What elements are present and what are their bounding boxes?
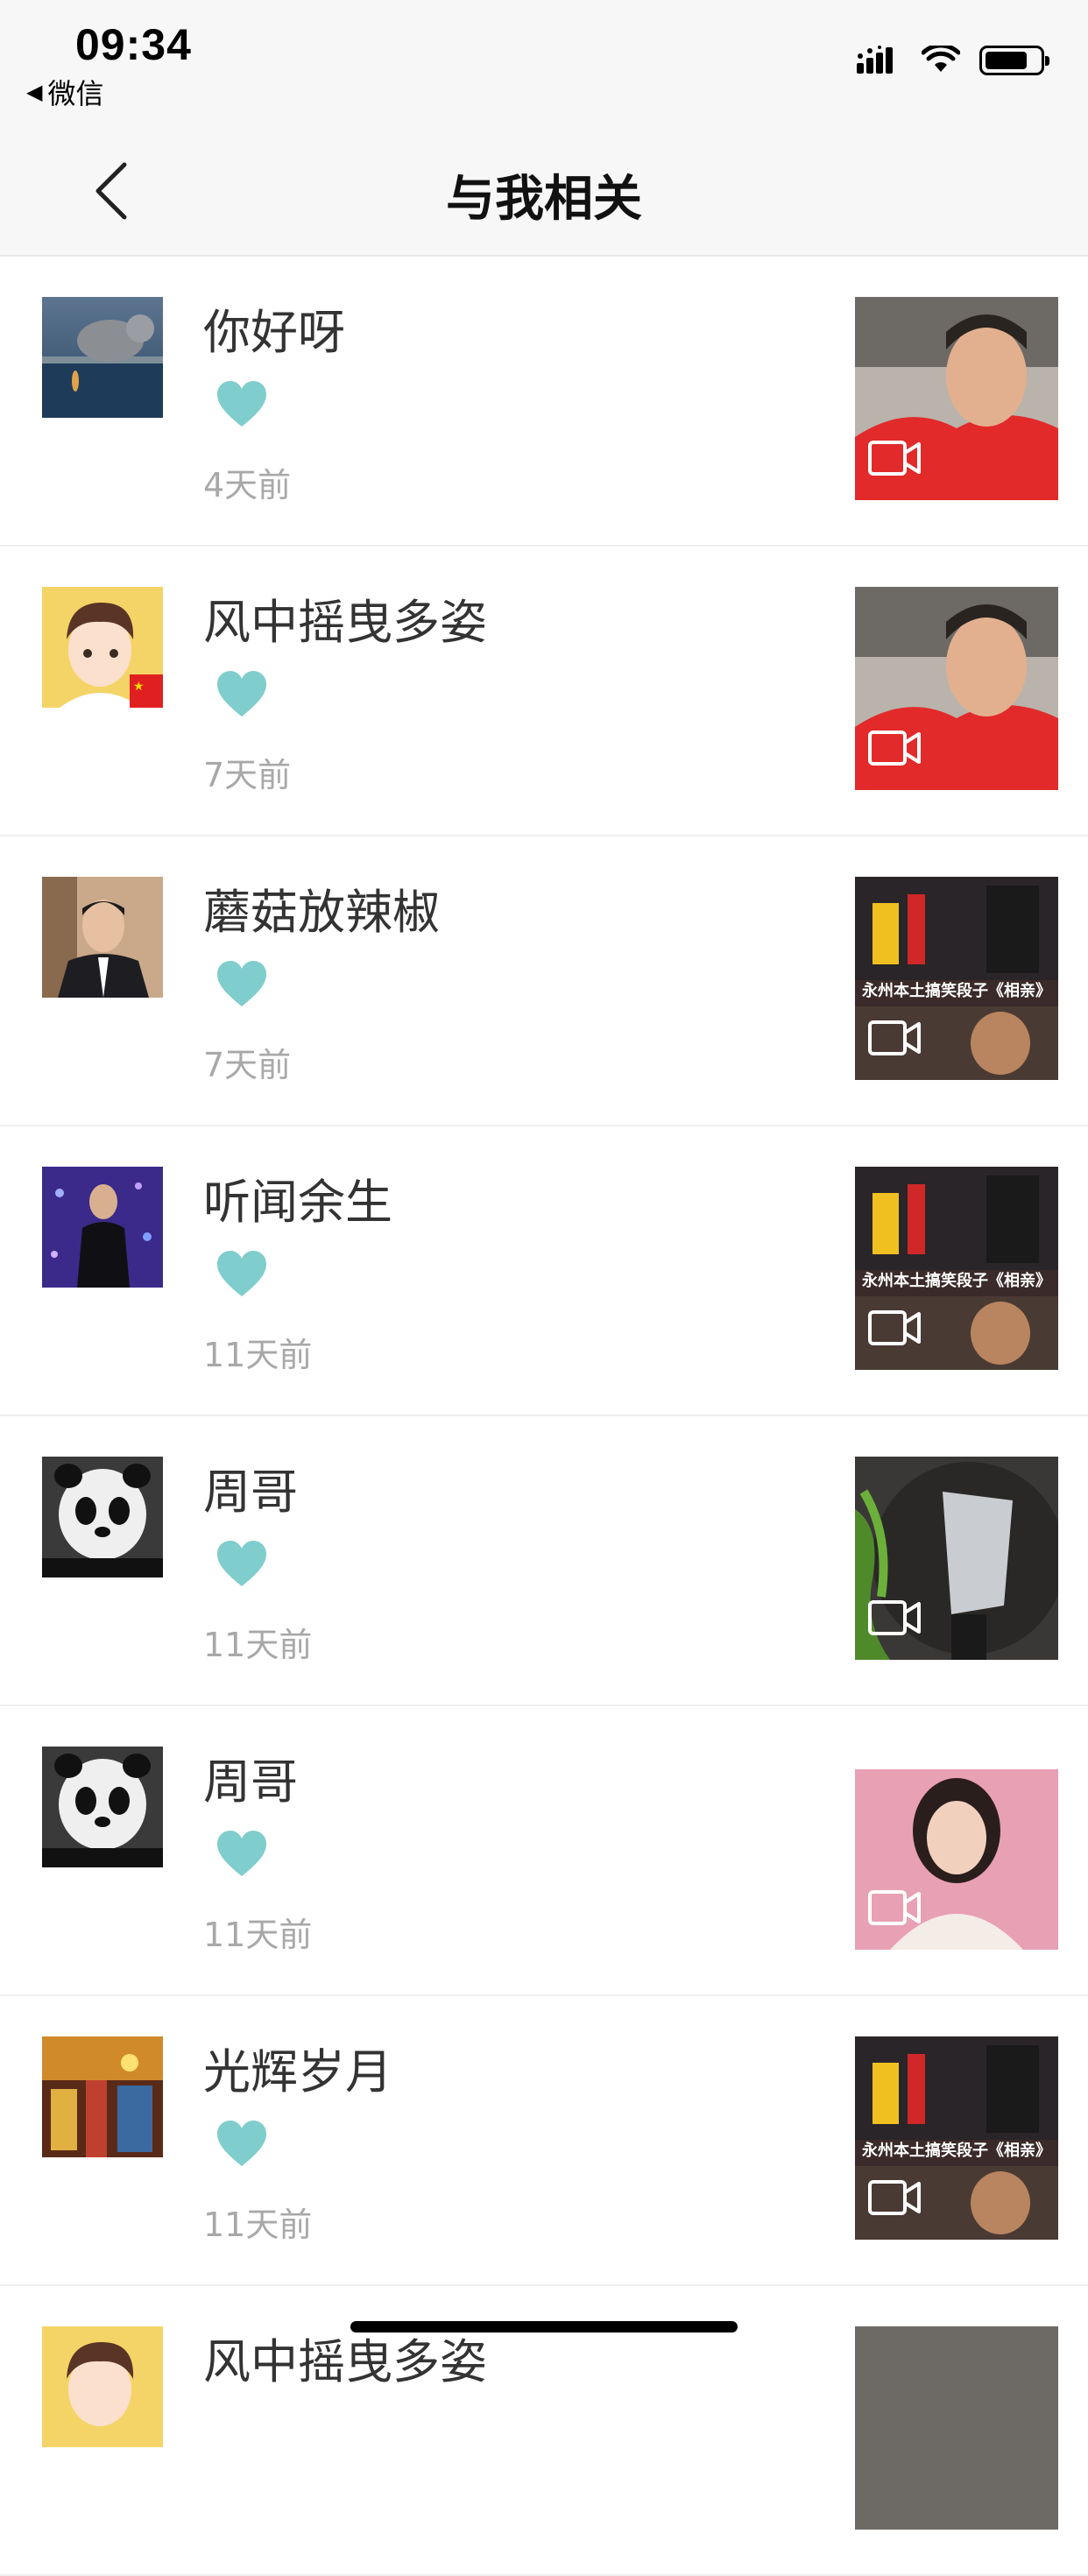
user-name[interactable]: 风中摇曳多姿 xyxy=(203,583,487,653)
heart-icon xyxy=(217,961,266,1006)
video-thumbnail[interactable] xyxy=(855,297,1058,500)
video-camera-icon xyxy=(868,441,921,476)
battery-icon xyxy=(979,46,1049,75)
time-ago: 7天前 xyxy=(203,756,292,794)
wifi-icon xyxy=(922,46,960,72)
user-name[interactable]: 蘑菇放辣椒 xyxy=(203,873,440,942)
video-camera-icon xyxy=(868,2180,921,2215)
avatar[interactable] xyxy=(42,1747,163,1867)
video-thumbnail[interactable]: 永州本土搞笑段子《相亲》 xyxy=(855,1167,1058,1370)
avatar[interactable]: ★ xyxy=(42,587,163,708)
video-thumbnail[interactable] xyxy=(855,2326,1058,2530)
time-ago: 11天前 xyxy=(203,2205,313,2244)
back-app-label: 微信 xyxy=(47,77,104,110)
heart-icon xyxy=(217,671,266,716)
avatar[interactable] xyxy=(42,1457,163,1577)
home-indicator[interactable] xyxy=(350,2321,738,2333)
video-camera-icon xyxy=(868,1890,921,1925)
time-ago: 11天前 xyxy=(203,1916,313,1954)
video-camera-icon xyxy=(868,1020,921,1055)
list-item[interactable]: 听闻余生 11天前 永州本土搞笑段子《相亲》 xyxy=(0,1126,1088,1416)
notification-list: 你好呀 4天前 ★ 风中摇曳多姿 7天前 蘑菇放辣椒 7天前 永州本土搞笑段子《… xyxy=(0,257,1088,2576)
avatar[interactable] xyxy=(42,2036,163,2157)
time-ago: 7天前 xyxy=(203,1046,292,1084)
heart-icon xyxy=(217,1831,266,1876)
list-item[interactable]: 你好呀 4天前 xyxy=(0,257,1088,547)
thumbnail-caption: 永州本土搞笑段子《相亲》 xyxy=(862,982,1051,1000)
list-item[interactable]: 周哥 11天前 xyxy=(0,1706,1088,1996)
video-thumbnail[interactable] xyxy=(855,587,1058,790)
list-item[interactable]: 周哥 11天前 xyxy=(0,1416,1088,1706)
list-item[interactable]: 蘑菇放辣椒 7天前 永州本土搞笑段子《相亲》 xyxy=(0,836,1088,1126)
status-bar: 09:34 ◀ 微信 xyxy=(0,0,1088,123)
user-name[interactable]: 你好呀 xyxy=(203,293,345,363)
navigation-bar: 与我相关 xyxy=(0,123,1088,257)
user-name[interactable]: 听闻余生 xyxy=(203,1163,392,1232)
heart-icon xyxy=(217,1541,266,1586)
video-camera-icon xyxy=(868,1310,921,1345)
time-ago: 11天前 xyxy=(203,1336,313,1374)
back-triangle-icon: ◀ xyxy=(26,80,43,104)
avatar[interactable] xyxy=(42,877,163,998)
status-icons xyxy=(857,46,1049,75)
user-name[interactable]: 周哥 xyxy=(203,1453,298,1522)
video-thumbnail[interactable] xyxy=(855,1457,1058,1660)
back-to-app-link[interactable]: ◀ 微信 xyxy=(26,72,103,112)
video-thumbnail[interactable]: 永州本土搞笑段子《相亲》 xyxy=(855,2036,1058,2240)
video-thumbnail[interactable]: 永州本土搞笑段子《相亲》 xyxy=(855,877,1058,1080)
heart-icon xyxy=(217,2121,266,2166)
list-item[interactable]: ★ 风中摇曳多姿 7天前 xyxy=(0,547,1088,836)
time-ago: 4天前 xyxy=(203,466,292,505)
avatar[interactable] xyxy=(42,297,163,418)
user-name[interactable]: 风中摇曳多姿 xyxy=(203,2323,487,2392)
avatar[interactable] xyxy=(42,2326,163,2447)
user-name[interactable]: 光辉岁月 xyxy=(203,2033,392,2102)
list-item[interactable]: 光辉岁月 11天前 永州本土搞笑段子《相亲》 xyxy=(0,1996,1088,2286)
signal-icon xyxy=(857,46,893,74)
time-ago: 11天前 xyxy=(203,1626,313,1664)
video-thumbnail[interactable] xyxy=(855,1747,1058,1950)
page-title: 与我相关 xyxy=(446,171,642,228)
status-time: 09:34 xyxy=(75,20,192,69)
thumbnail-caption: 永州本土搞笑段子《相亲》 xyxy=(862,1272,1051,1290)
user-name[interactable]: 周哥 xyxy=(203,1743,298,1812)
video-camera-icon xyxy=(868,730,921,766)
heart-icon xyxy=(217,1251,266,1296)
thumbnail-caption: 永州本土搞笑段子《相亲》 xyxy=(862,2142,1051,2160)
heart-icon xyxy=(217,381,266,427)
avatar[interactable] xyxy=(42,1167,163,1288)
svg-text:★: ★ xyxy=(133,680,145,694)
video-camera-icon xyxy=(868,1600,921,1635)
